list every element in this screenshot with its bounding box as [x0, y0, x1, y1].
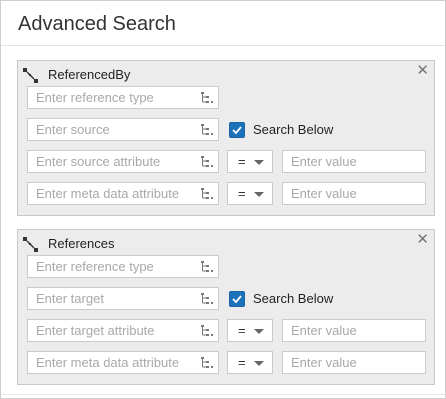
search-below-label: Search Below [253, 291, 334, 306]
meta-data-attribute-input[interactable]: Enter meta data attribute [27, 351, 219, 374]
tree-picker-icon[interactable] [200, 324, 214, 338]
reference-link-icon [23, 68, 39, 84]
search-below-checkbox[interactable]: Search Below [229, 121, 359, 141]
search-below-label: Search Below [253, 122, 334, 137]
search-below-checkbox[interactable]: Search Below [229, 290, 359, 310]
meta-value-input[interactable]: Enter value [282, 351, 426, 374]
reference-link-icon [23, 237, 39, 253]
target-input[interactable]: Enter target [27, 287, 219, 310]
tree-picker-icon[interactable] [200, 123, 214, 137]
source-attribute-input[interactable]: Enter source attribute [27, 150, 219, 173]
advanced-search-dialog: Advanced Search ReferencedBy ✕ Enter ref… [0, 0, 446, 399]
reference-type-input[interactable]: Enter reference type [27, 86, 219, 109]
references-group: References ✕ Enter reference type Enter … [17, 229, 435, 385]
caret-down-icon [254, 160, 264, 165]
attribute-value-input[interactable]: Enter value [282, 319, 426, 342]
attribute-value-input[interactable]: Enter value [282, 150, 426, 173]
meta-operator-select[interactable]: = [227, 182, 273, 205]
meta-value-input[interactable]: Enter value [282, 182, 426, 205]
title-divider [1, 45, 445, 46]
tree-picker-icon[interactable] [200, 187, 214, 201]
caret-down-icon [254, 361, 264, 366]
tree-picker-icon[interactable] [200, 292, 214, 306]
caret-down-icon [254, 329, 264, 334]
attribute-operator-select[interactable]: = [227, 150, 273, 173]
checkmark-icon[interactable] [229, 122, 245, 138]
referenced-by-group: ReferencedBy ✕ Enter reference type Ente… [17, 60, 435, 216]
target-attribute-input[interactable]: Enter target attribute [27, 319, 219, 342]
group-title: ReferencedBy [48, 67, 131, 82]
footer-divider [1, 394, 445, 395]
close-icon[interactable]: ✕ [416, 63, 429, 79]
meta-operator-select[interactable]: = [227, 351, 273, 374]
tree-picker-icon[interactable] [200, 356, 214, 370]
close-icon[interactable]: ✕ [416, 232, 429, 248]
tree-picker-icon[interactable] [200, 260, 214, 274]
caret-down-icon [254, 192, 264, 197]
group-title: References [48, 236, 115, 251]
dialog-title: Advanced Search [18, 13, 176, 35]
meta-data-attribute-input[interactable]: Enter meta data attribute [27, 182, 219, 205]
reference-type-input[interactable]: Enter reference type [27, 255, 219, 278]
attribute-operator-select[interactable]: = [227, 319, 273, 342]
checkmark-icon[interactable] [229, 291, 245, 307]
source-input[interactable]: Enter source [27, 118, 219, 141]
tree-picker-icon[interactable] [200, 91, 214, 105]
tree-picker-icon[interactable] [200, 155, 214, 169]
